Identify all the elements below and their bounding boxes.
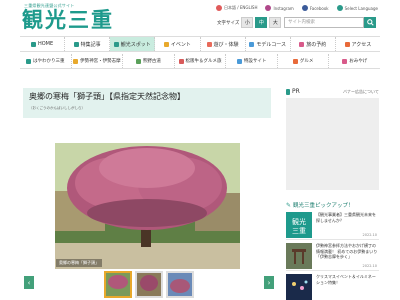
nav-kumano[interactable]: 熊野古道	[123, 54, 175, 68]
pr-icon	[286, 88, 290, 95]
font-size-small-button[interactable]: 小	[241, 17, 254, 28]
secondary-nav: はやわかり三重 伊勢神宮・伊勢志摩 熊野古道 松阪牛＆グルメ旅 特設サイト グル…	[20, 54, 380, 69]
nav-special[interactable]: 特設サイト	[226, 54, 278, 68]
nav-access[interactable]: アクセス	[336, 37, 380, 51]
course-icon	[249, 41, 255, 47]
select-language-link[interactable]: Select Language	[336, 5, 378, 11]
globe-icon	[336, 5, 343, 11]
nav-ise[interactable]: 伊勢神宮・伊勢志摩	[72, 54, 124, 68]
title-reading: （おくごうのかんばいししがしら）	[29, 106, 85, 110]
pickup-heading: ✎ 観光三重ピックアップ！	[286, 201, 354, 210]
play-icon	[206, 41, 212, 47]
page-title: 奥郷の寒梅「獅子頭」【県指定天然記念物】	[29, 92, 185, 101]
thumbnail[interactable]	[166, 271, 194, 298]
special-icon	[236, 58, 242, 64]
pickup-item[interactable]: 伊勢神宮参拝方法やおかげ横丁の情報満載！ 初めてのお伊勢まいり「伊勢志摩を歩く」…	[286, 242, 379, 271]
site-logo[interactable]: 観光三重	[22, 9, 114, 31]
spot-icon	[113, 41, 119, 47]
thumbnail[interactable]	[135, 271, 163, 298]
nav-features[interactable]: 特集記事	[65, 37, 111, 51]
instagram-icon	[265, 5, 272, 11]
search-icon	[366, 19, 374, 26]
nav-events[interactable]: イベント	[155, 37, 201, 51]
nav-souvenir[interactable]: おみやげ	[329, 54, 380, 68]
banner-ad-info-link[interactable]: バナー広告について	[343, 89, 379, 95]
search-button[interactable]	[364, 17, 376, 28]
pr-banner-area[interactable]	[286, 98, 379, 190]
pickup-item[interactable]: クリスマスイベント＆イルミネーション特集！	[286, 273, 379, 300]
event-icon	[163, 41, 169, 47]
gift-icon	[342, 58, 348, 64]
pin-icon: ✎	[286, 201, 292, 209]
photo-caption: 奥郷の寒梅「獅子頭」	[56, 259, 102, 267]
gallery-thumbnails	[104, 271, 194, 298]
reserve-icon	[299, 41, 305, 47]
pickup-image: 観光 三重	[286, 212, 312, 238]
nav-spots[interactable]: 観光スポット	[110, 37, 156, 51]
shrine-icon	[73, 58, 79, 64]
nav-matsusaka[interactable]: 松阪牛＆グルメ旅	[175, 54, 227, 68]
pickup-image	[286, 274, 312, 300]
main-photo	[55, 143, 240, 269]
nav-home[interactable]: HOME	[20, 37, 66, 51]
gourmet-icon	[292, 58, 298, 64]
facebook-icon	[301, 5, 308, 11]
pickup-list: 観光 三重 【観光事業者】三重県観光未来を探しませんか？ 2022.10 伊勢神宮…	[286, 211, 379, 300]
article-title-box: 奥郷の寒梅「獅子頭」【県指定天然記念物】 （おくごうのかんばいししがしら）	[23, 88, 271, 118]
access-icon	[344, 41, 350, 47]
font-size-medium-button[interactable]: 中	[255, 17, 268, 28]
svg-text:三重: 三重	[292, 227, 306, 235]
top-links: 日本語 / ENGLISH Instagram Facebook Select …	[216, 5, 378, 11]
pr-heading: PR	[286, 88, 300, 95]
site-header: 三重県観光連盟公式サイト 観光三重 日本語 / ENGLISH Instagra…	[0, 0, 400, 36]
chevron-left-icon: ‹	[27, 278, 31, 287]
chevron-right-icon: ›	[267, 278, 271, 287]
nav-reserve[interactable]: 旅の予約	[291, 37, 336, 51]
gallery-next-button[interactable]: ›	[264, 276, 274, 289]
pickup-image	[286, 243, 312, 269]
home-icon	[30, 41, 36, 47]
nav-experiences[interactable]: 遊び・体験	[201, 37, 246, 51]
font-size-control: 文字サイズ 小 中 大	[217, 17, 282, 28]
language-link[interactable]: 日本語 / ENGLISH	[216, 5, 257, 11]
pickup-item[interactable]: 観光 三重 【観光事業者】三重県観光未来を探しませんか？ 2022.10	[286, 211, 379, 240]
map-icon	[26, 58, 32, 64]
language-icon	[216, 5, 222, 11]
trail-icon	[135, 58, 141, 64]
gallery-prev-button[interactable]: ‹	[24, 276, 34, 289]
food-icon	[178, 58, 184, 64]
book-icon	[73, 41, 79, 47]
facebook-link[interactable]: Facebook	[301, 5, 329, 11]
instagram-link[interactable]: Instagram	[265, 5, 294, 11]
font-size-large-button[interactable]: 大	[269, 17, 282, 28]
primary-nav: HOME 特集記事 観光スポット イベント 遊び・体験 モデルコース 旅の予約 …	[20, 36, 380, 52]
search-input[interactable]: サイト内検索	[284, 17, 364, 28]
svg-text:観光: 観光	[292, 217, 306, 226]
nav-gourmet[interactable]: グルメ	[278, 54, 330, 68]
font-size-label: 文字サイズ	[217, 20, 240, 26]
nav-quick-mie[interactable]: はやわかり三重	[20, 54, 72, 68]
thumbnail[interactable]	[104, 271, 132, 298]
nav-model-course[interactable]: モデルコース	[246, 37, 291, 51]
